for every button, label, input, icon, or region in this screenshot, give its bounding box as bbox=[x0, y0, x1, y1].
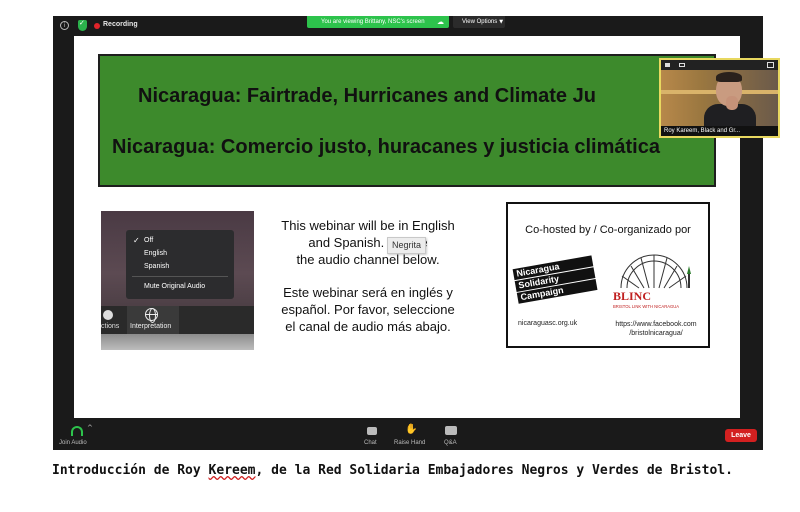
zoom-window: i Recording You are viewing Brittany, NS… bbox=[53, 16, 780, 450]
cloud-icon: ☁ bbox=[437, 18, 444, 26]
qa-label[interactable]: Q&A bbox=[444, 440, 457, 446]
interpretation-button: Interpretation bbox=[127, 306, 179, 334]
reactions-partial-label: ctions bbox=[101, 323, 120, 330]
globe-icon bbox=[145, 308, 158, 323]
security-shield-icon[interactable] bbox=[78, 19, 87, 31]
nsc-url: nicaraguasc.org.uk bbox=[518, 320, 578, 327]
caption-misspelled-name: Kereem bbox=[208, 463, 256, 478]
bristol-logo-text: BLINC bbox=[613, 289, 651, 303]
shared-screen-slide: Nicaragua: Fairtrade, Hurricanes and Cli… bbox=[74, 36, 740, 418]
view-options-button[interactable]: View Options ▼ bbox=[453, 16, 505, 28]
recording-label: Recording bbox=[103, 21, 138, 28]
viewing-screen-text: You are viewing Brittany, NSC's screen bbox=[321, 19, 425, 25]
interpretation-screenshot: ✓ Off English Spanish Mute Original Audi… bbox=[101, 211, 254, 350]
bold-tooltip: Negrita bbox=[387, 237, 426, 254]
menu-item-spanish: Spanish bbox=[144, 263, 170, 270]
speaker-hair bbox=[716, 72, 742, 82]
menu-divider bbox=[132, 276, 228, 277]
qa-icon[interactable] bbox=[445, 426, 457, 435]
zoom-bottom-toolbar: ^ Join Audio Chat ✋ Raise Hand Q&A Leave bbox=[53, 422, 763, 450]
notice-es-line3: el canal de audio más abajo. bbox=[285, 319, 451, 334]
menu-item-off: Off bbox=[144, 237, 154, 244]
raise-hand-label[interactable]: Raise Hand bbox=[394, 440, 425, 446]
recording-dot-icon bbox=[94, 23, 100, 29]
slide-title-english: Nicaragua: Fairtrade, Hurricanes and Cli… bbox=[138, 85, 596, 107]
notice-es-line2: español. Por favor, seleccione bbox=[281, 302, 455, 317]
notice-en-line1: This webinar will be in English bbox=[281, 218, 455, 233]
viewing-screen-banner: You are viewing Brittany, NSC's screen ☁ bbox=[307, 16, 449, 28]
bristol-url: https://www.facebook.com /bristolnicarag… bbox=[604, 320, 708, 338]
title-banner: Nicaragua: Fairtrade, Hurricanes and Cli… bbox=[98, 54, 716, 187]
menu-item-english: English bbox=[144, 250, 167, 257]
caption-part2: , de la Red Solidaria Embajadores Negros… bbox=[255, 463, 733, 478]
bristol-logo-subtext: BRISTOL LINK WITH NICARAGUA bbox=[613, 304, 679, 309]
audio-options-caret-icon[interactable]: ^ bbox=[87, 424, 93, 432]
speaker-hand bbox=[726, 96, 738, 110]
reactions-icon bbox=[103, 310, 113, 320]
caption-part1: Introducción de Roy bbox=[52, 463, 209, 478]
video-participant-name: Roy Kareem, Black and Gr... bbox=[661, 126, 778, 136]
bristol-url-line1: https://www.facebook.com bbox=[615, 321, 697, 328]
bristol-url-line2: /bristolnicaragua/ bbox=[629, 330, 683, 337]
headphones-icon[interactable] bbox=[71, 426, 83, 436]
video-minimize-icon[interactable] bbox=[665, 63, 670, 67]
view-options-label: View Options bbox=[462, 19, 498, 25]
video-feed bbox=[661, 70, 778, 126]
chat-icon[interactable] bbox=[367, 427, 377, 435]
notice-es-line1: Este webinar será en inglés y bbox=[283, 285, 453, 300]
join-audio-label[interactable]: Join Audio bbox=[59, 440, 87, 446]
raise-hand-icon[interactable]: ✋ bbox=[405, 424, 417, 435]
video-header bbox=[661, 60, 778, 70]
participant-video[interactable]: Roy Kareem, Black and Gr... bbox=[659, 58, 780, 138]
language-notice: This webinar will be in English and Span… bbox=[264, 217, 472, 351]
nsc-logo: Nicaragua Solidarity Campaign bbox=[512, 255, 600, 314]
interpretation-bottom-strip bbox=[101, 334, 254, 350]
notice-en-line3: the audio channel below. bbox=[296, 252, 440, 267]
zoom-top-bar: i Recording You are viewing Brittany, NS… bbox=[53, 16, 763, 36]
bristol-logo: BLINC BRISTOL LINK WITH NICARAGUA bbox=[613, 254, 691, 309]
menu-item-mute-original: Mute Original Audio bbox=[144, 283, 206, 290]
cohost-title: Co-hosted by / Co-organizado por bbox=[525, 224, 691, 236]
cohost-box: Co-hosted by / Co-organizado por Nicarag… bbox=[506, 202, 710, 348]
info-icon[interactable]: i bbox=[60, 21, 69, 30]
video-expand-icon[interactable] bbox=[767, 62, 774, 68]
chevron-down-icon: ▼ bbox=[499, 19, 504, 25]
leave-button[interactable]: Leave bbox=[725, 429, 757, 442]
checkmark-icon: ✓ bbox=[133, 236, 140, 245]
page: i Recording You are viewing Brittany, NS… bbox=[0, 0, 800, 512]
caption: Introducción de Roy Kereem, de la Red So… bbox=[52, 462, 772, 480]
interpretation-toolbar: ctions Interpretation bbox=[101, 306, 254, 334]
interpretation-label: Interpretation bbox=[130, 323, 172, 330]
video-view-icon[interactable] bbox=[679, 63, 685, 67]
interpretation-menu: ✓ Off English Spanish Mute Original Audi… bbox=[126, 230, 234, 299]
slide-title-spanish: Nicaragua: Comercio justo, huracanes y j… bbox=[112, 136, 660, 158]
chat-label[interactable]: Chat bbox=[364, 440, 377, 446]
